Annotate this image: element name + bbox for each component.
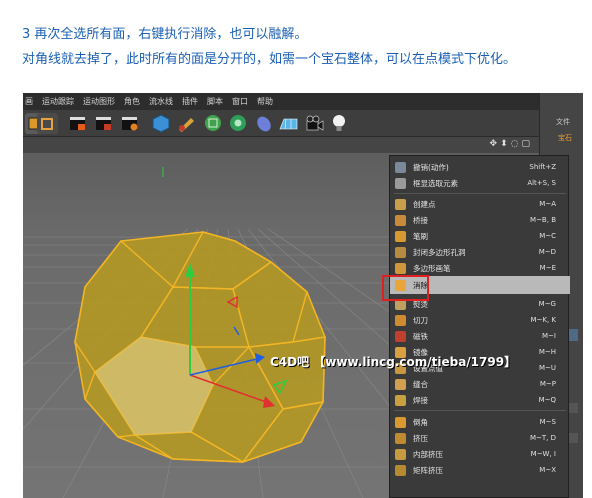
menu-item-shortcut: Alt+S, S xyxy=(527,179,556,187)
menu-item-label: 内部挤压 xyxy=(413,449,443,459)
menu-item-label: 矩阵挤压 xyxy=(413,465,443,475)
menu-item-label: 焊接 xyxy=(413,395,428,405)
menu-item-label: 多边形画笔 xyxy=(413,263,451,273)
floor-icon[interactable] xyxy=(278,113,299,134)
menu-item-extrude[interactable]: 挤压 M~T, D xyxy=(390,430,570,446)
menu-item-label: 缝合 xyxy=(413,379,428,389)
matrix-extrude-icon xyxy=(395,464,406,476)
menu-item-label: 创建点 xyxy=(413,199,436,209)
instruction-text: 3 再次全选所有面，右键执行消除，也可以融解。 对角线就去掉了，此时所有的面是分… xyxy=(22,22,582,72)
menu-item-brush[interactable]: 笔刷 M~C xyxy=(390,228,570,244)
menu-item-pipeline[interactable]: 流水线 xyxy=(149,96,173,107)
menu-item-extrude-inner[interactable]: 内部挤压 M~W, I xyxy=(390,446,570,462)
menu-divider xyxy=(394,193,566,194)
magnet-icon xyxy=(395,330,406,342)
menu-item-draw[interactable]: 画 xyxy=(25,96,33,107)
close-hole-icon xyxy=(395,246,406,258)
light-icon[interactable] xyxy=(329,113,350,134)
toolbar xyxy=(23,110,539,137)
extrude-icon xyxy=(395,432,406,444)
menu-item-shortcut: Shift+Z xyxy=(529,163,556,171)
instruction-line-2: 对角线就去掉了，此时所有的面是分开的，如需一个宝石整体，可以在点模式下优化。 xyxy=(22,52,517,67)
polygon-pen-icon xyxy=(395,262,406,274)
menu-item-weld[interactable]: 焊接 M~Q xyxy=(390,392,570,408)
menu-item-character[interactable]: 角色 xyxy=(124,96,140,107)
menu-item-create-point[interactable]: 创建点 M~A xyxy=(390,196,570,212)
panel-tab-gem[interactable]: 宝石 xyxy=(558,133,572,143)
menu-item-stitch[interactable]: 缝合 M~P xyxy=(390,376,570,392)
menu-item-shortcut: M~W, I xyxy=(530,450,556,458)
axis-icon[interactable] xyxy=(37,113,58,134)
menu-item-shortcut: M~T, D xyxy=(529,434,556,442)
menu-item-label: 笔刷 xyxy=(413,231,428,241)
menu-item-label: 框显选取元素 xyxy=(413,178,458,188)
menu-bar: 画 运动跟踪 运动图形 角色 流水线 插件 脚本 窗口 帮助 xyxy=(23,93,539,110)
menu-item-shortcut: M~K, K xyxy=(530,316,556,324)
camera-icon[interactable] xyxy=(304,113,325,134)
panel-tab-file[interactable]: 文件 xyxy=(556,117,570,127)
menu-item-shortcut: M~H xyxy=(538,348,556,356)
undo-icon xyxy=(395,161,406,173)
highlight-box xyxy=(382,275,429,301)
menu-item-shortcut: M~Q xyxy=(538,396,556,404)
gear-flower-icon[interactable] xyxy=(228,113,249,134)
menu-item-frame-selected[interactable]: 框显选取元素 Alt+S, S xyxy=(390,175,570,191)
menu-item-shortcut: M~U xyxy=(538,364,556,372)
knife-icon xyxy=(395,314,406,326)
subdivision-icon[interactable] xyxy=(203,113,224,134)
menu-item-matrix-extrude[interactable]: 矩阵挤压 M~X xyxy=(390,462,570,478)
menu-item-bevel[interactable]: 倒角 M~S xyxy=(390,414,570,430)
menu-item-shortcut: M~G xyxy=(538,300,556,308)
menu-item-undo[interactable]: 撤销(动作) Shift+Z xyxy=(390,159,570,175)
menu-item-shortcut: M~I xyxy=(542,332,556,340)
menu-item-motion-tracking[interactable]: 运动跟踪 xyxy=(42,96,74,107)
menu-item-shortcut: M~S xyxy=(539,418,556,426)
menu-item-shortcut: M~A xyxy=(539,200,556,208)
gem-model[interactable] xyxy=(74,231,326,464)
bridge-icon xyxy=(395,214,406,226)
menu-item-polygon-pen[interactable]: 多边形画笔 M~E xyxy=(390,260,570,276)
film-clapper-edit-icon[interactable] xyxy=(93,113,114,134)
brush-icon xyxy=(395,230,406,242)
instruction-line-1: 3 再次全选所有面，右键执行消除，也可以融解。 xyxy=(22,27,308,42)
menu-item-shortcut: M~P xyxy=(539,380,556,388)
extrude-inner-icon xyxy=(395,448,406,460)
weld-icon xyxy=(395,394,406,406)
menu-item-shortcut: M~C xyxy=(539,232,556,240)
bevel-icon xyxy=(395,416,406,428)
watermark-text: C4D吧 【www.lincg.com/tieba/1799】 xyxy=(270,355,517,369)
menu-item-magnet[interactable]: 磁铁 M~I xyxy=(390,328,570,344)
menu-item-label: 倒角 xyxy=(413,417,428,427)
menu-item-shortcut: M~X xyxy=(539,466,556,474)
film-clapper-icon[interactable] xyxy=(67,113,88,134)
menu-item-label: 桥接 xyxy=(413,215,428,225)
c4d-screenshot: 画 运动跟踪 运动图形 角色 流水线 插件 脚本 窗口 帮助 ✥⬍◌▢ 文件 宝… xyxy=(23,93,583,498)
menu-item-label: 封闭多边形孔洞 xyxy=(413,247,466,257)
menu-item-help[interactable]: 帮助 xyxy=(257,96,273,107)
menu-item-bridge[interactable]: 桥接 M~B, B xyxy=(390,212,570,228)
menu-item-shortcut: M~E xyxy=(539,264,556,272)
menu-item-shortcut: M~B, B xyxy=(530,216,556,224)
menu-item-script[interactable]: 脚本 xyxy=(207,96,223,107)
pen-icon[interactable] xyxy=(176,113,197,134)
menu-item-plugins[interactable]: 插件 xyxy=(182,96,198,107)
create-point-icon xyxy=(395,198,406,210)
deformer-icon[interactable] xyxy=(254,113,275,134)
menu-item-label: 挤压 xyxy=(413,433,428,443)
menu-item-knife[interactable]: 切刀 M~K, K xyxy=(390,312,570,328)
menu-item-label: 切刀 xyxy=(413,315,428,325)
frame-icon xyxy=(395,177,406,189)
menu-divider xyxy=(394,410,566,411)
film-gear-icon[interactable] xyxy=(119,113,140,134)
menu-item-mograph[interactable]: 运动图形 xyxy=(83,96,115,107)
menu-item-label: 磁铁 xyxy=(413,331,428,341)
menu-item-shortcut: M~D xyxy=(538,248,556,256)
menu-item-window[interactable]: 窗口 xyxy=(232,96,248,107)
menu-item-close-polygon-hole[interactable]: 封闭多边形孔洞 M~D xyxy=(390,244,570,260)
cube-primitive-icon[interactable] xyxy=(151,113,172,134)
stitch-icon xyxy=(395,378,406,390)
context-menu: 撤销(动作) Shift+Z 框显选取元素 Alt+S, S 创建点 M~A 桥接 M~… xyxy=(389,155,570,498)
menu-item-label: 撤销(动作) xyxy=(413,162,449,172)
